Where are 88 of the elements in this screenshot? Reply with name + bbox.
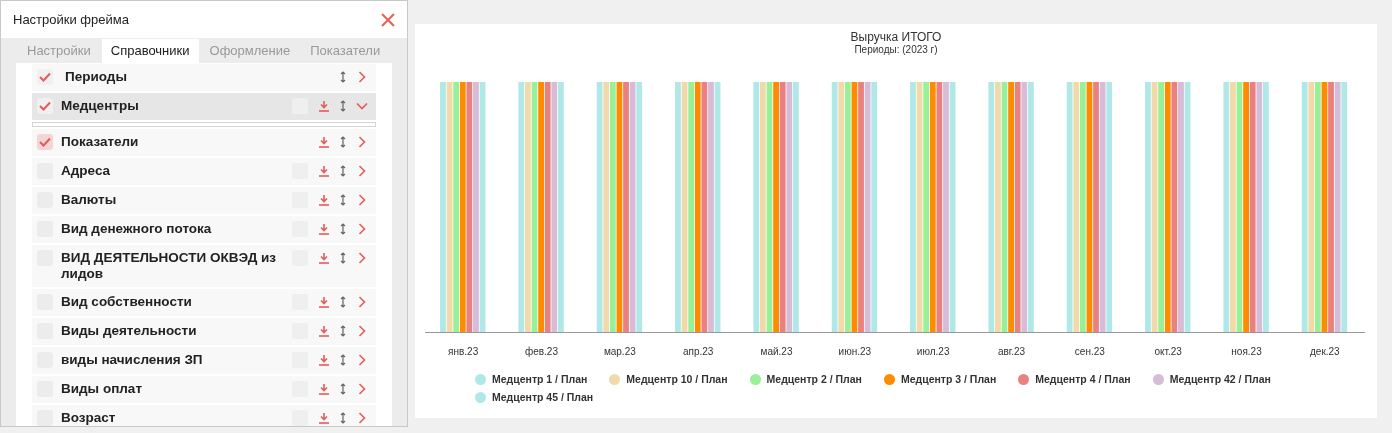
sort-arrows-icon[interactable] (340, 100, 346, 112)
list-row[interactable]: Вид денежного потока (32, 216, 376, 243)
item-label: Медцентры (60, 98, 140, 114)
axis-label: янв.23 (448, 345, 479, 359)
tab[interactable]: Справочники (101, 39, 199, 63)
download-icon[interactable] (318, 165, 330, 177)
download-icon[interactable] (318, 223, 330, 235)
list-row[interactable]: Показатели (32, 129, 376, 156)
axis-label: авг.23 (997, 345, 1026, 359)
chart-subtitle: Периоды: (2023 г) (854, 44, 938, 56)
list-row[interactable]: Медцентры (32, 93, 376, 120)
checkbox[interactable] (37, 410, 53, 426)
list-row[interactable]: Периоды (32, 64, 376, 91)
sort-arrows-icon[interactable] (340, 165, 346, 177)
list-row[interactable]: Виды оплат (32, 376, 376, 403)
item-label: Виды оплат (60, 381, 143, 397)
checkbox[interactable] (37, 98, 53, 114)
chart-title: Выручка ИТОГО (850, 30, 942, 44)
chevron-right-icon[interactable] (356, 136, 368, 148)
chevron-right-icon[interactable] (356, 383, 368, 395)
sort-arrows-icon[interactable] (340, 354, 346, 366)
legend-label[interactable]: Медцентр 4 / План (1035, 372, 1131, 388)
checkbox[interactable] (37, 134, 53, 150)
sort-arrows-icon[interactable] (340, 252, 346, 264)
legend-label[interactable]: Медцентр 45 / План (492, 389, 594, 406)
download-icon[interactable] (318, 194, 330, 206)
list-row[interactable]: виды начисления ЗП (32, 347, 376, 374)
list-row[interactable]: Валюты (32, 187, 376, 214)
item-label: Показатели (60, 134, 140, 150)
download-icon[interactable] (318, 412, 330, 424)
download-icon[interactable] (318, 136, 330, 148)
chevron-right-icon[interactable] (356, 194, 368, 206)
sort-arrows-icon[interactable] (340, 296, 346, 308)
item-label: Адреса (60, 163, 112, 179)
axis-label: май.23 (760, 345, 793, 359)
item-label: виды начисления ЗП (60, 352, 204, 368)
sort-arrows-icon[interactable] (340, 71, 346, 83)
axis-label: июн.23 (838, 345, 872, 359)
list-row[interactable]: Адреса (32, 158, 376, 185)
legend-label[interactable]: Медцентр 10 / План (626, 372, 728, 388)
item-label: Виды деятельности (60, 323, 198, 339)
axis-label: июл.23 (916, 345, 950, 359)
axis-label: мар.23 (603, 345, 636, 359)
item-label: Периоды (64, 69, 128, 85)
sort-arrows-icon[interactable] (340, 136, 346, 148)
item-label: Возраст (60, 410, 117, 426)
download-icon[interactable] (318, 100, 330, 112)
download-icon[interactable] (318, 296, 330, 308)
download-icon[interactable] (318, 252, 330, 264)
axis-label: окт.23 (1154, 345, 1182, 359)
chevron-right-icon[interactable] (356, 412, 368, 424)
list-row[interactable]: Виды деятельности (32, 318, 376, 345)
axis-label: фев.23 (525, 345, 558, 359)
chevron-right-icon[interactable] (356, 252, 368, 264)
axis-label: апр.23 (682, 345, 714, 359)
sort-arrows-icon[interactable] (340, 194, 346, 206)
sort-arrows-icon[interactable] (340, 383, 346, 395)
axis-label: дек.23 (1310, 345, 1340, 359)
chevron-right-icon[interactable] (356, 325, 368, 337)
legend-label[interactable]: Медцентр 3 / План (900, 372, 997, 388)
download-icon[interactable] (318, 383, 330, 395)
legend-label[interactable]: Медцентр 2 / План (766, 372, 862, 388)
checkbox[interactable] (37, 69, 53, 85)
item-label: Вид денежного потока (60, 221, 213, 237)
item-label: Вид собственности (60, 294, 193, 310)
sort-arrows-icon[interactable] (340, 325, 346, 337)
chevron-right-icon[interactable] (356, 296, 368, 308)
legend-label[interactable]: Медцентр 1 / План (492, 372, 588, 388)
download-icon[interactable] (318, 354, 330, 366)
axis-label: ноя.23 (1231, 345, 1262, 359)
sort-arrows-icon[interactable] (340, 223, 346, 235)
chevron-right-icon[interactable] (356, 71, 368, 83)
dialog-title: Настройки фрейма (13, 10, 129, 29)
list-row[interactable]: Вид собственности (32, 289, 376, 316)
legend-label[interactable]: Медцентр 42 / План (1169, 372, 1271, 388)
chevron-right-icon[interactable] (356, 165, 368, 177)
list-row[interactable]: ВИД ДЕЯТЕЛЬНОСТИ ОКВЭД из лидов (32, 245, 376, 287)
item-label: Валюты (60, 192, 118, 208)
axis-label: сен.23 (1074, 345, 1105, 359)
chevron-down-icon[interactable] (356, 100, 368, 112)
close-icon[interactable] (381, 12, 395, 27)
item-label: ВИД ДЕЯТЕЛЬНОСТИ ОКВЭД из лидов (60, 250, 278, 282)
chevron-right-icon[interactable] (356, 223, 368, 235)
download-icon[interactable] (318, 325, 330, 337)
list-row[interactable]: Возраст (32, 405, 376, 426)
chevron-right-icon[interactable] (356, 354, 368, 366)
toggle-box[interactable] (292, 410, 308, 426)
sort-arrows-icon[interactable] (340, 412, 346, 424)
